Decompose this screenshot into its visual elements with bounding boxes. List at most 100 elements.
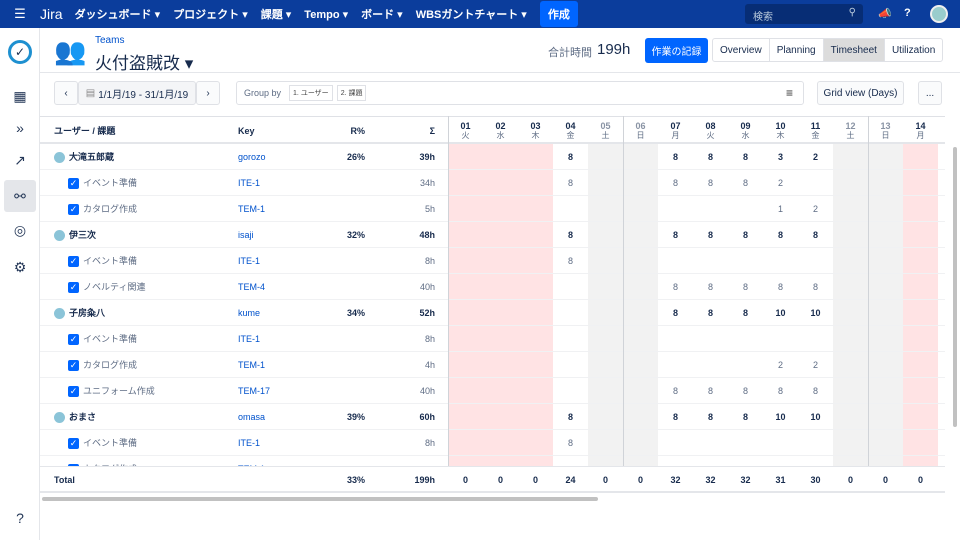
hours-cell[interactable]: [448, 144, 483, 170]
horizontal-scrollbar[interactable]: [42, 497, 598, 501]
next-period-button[interactable]: ›: [196, 81, 220, 105]
hours-cell[interactable]: 10: [798, 300, 833, 326]
hours-cell[interactable]: [798, 326, 833, 352]
col-sum[interactable]: Σ: [380, 117, 435, 145]
row-key-link[interactable]: kume: [238, 300, 318, 326]
hours-cell[interactable]: [728, 352, 763, 378]
nav-issues[interactable]: 課題 ▾: [261, 6, 292, 22]
hours-cell[interactable]: [868, 326, 903, 352]
hours-cell[interactable]: 8: [658, 378, 693, 404]
hours-cell[interactable]: 8: [553, 404, 588, 430]
hours-cell[interactable]: [763, 248, 798, 274]
hours-cell[interactable]: [903, 430, 938, 456]
row-key-link[interactable]: ITE-1: [238, 170, 318, 196]
day-header[interactable]: 08 火: [693, 117, 728, 145]
row-key-link[interactable]: TEM-1: [238, 352, 318, 378]
hours-cell[interactable]: [553, 352, 588, 378]
hours-cell[interactable]: [868, 274, 903, 300]
hours-cell[interactable]: [483, 300, 518, 326]
create-button[interactable]: 作成: [539, 1, 578, 27]
calendar-icon[interactable]: ▦: [8, 84, 32, 108]
hours-cell[interactable]: 8: [693, 378, 728, 404]
more-button[interactable]: ...: [918, 81, 942, 105]
hours-cell[interactable]: [658, 196, 693, 222]
day-header[interactable]: 04 金: [553, 117, 588, 145]
hours-cell[interactable]: 8: [728, 300, 763, 326]
hours-cell[interactable]: [448, 170, 483, 196]
day-header[interactable]: 03 木: [518, 117, 553, 145]
hours-cell[interactable]: [553, 326, 588, 352]
hours-cell[interactable]: 8: [658, 222, 693, 248]
hours-cell[interactable]: 8: [553, 430, 588, 456]
hours-cell[interactable]: 8: [658, 144, 693, 170]
hours-cell[interactable]: [588, 196, 623, 222]
user-row[interactable]: 子房粂八 kume 34% 52h 8 8 8 10 10: [40, 300, 945, 326]
hours-cell[interactable]: [833, 222, 868, 248]
hours-cell[interactable]: [448, 222, 483, 248]
hours-cell[interactable]: 10: [763, 404, 798, 430]
hours-cell[interactable]: [833, 274, 868, 300]
nav-boards[interactable]: ボード ▾: [361, 6, 403, 22]
hours-cell[interactable]: [448, 274, 483, 300]
hours-cell[interactable]: [798, 248, 833, 274]
hours-cell[interactable]: 8: [693, 170, 728, 196]
hours-cell[interactable]: [518, 404, 553, 430]
hours-cell[interactable]: [483, 404, 518, 430]
day-header[interactable]: 11 金: [798, 117, 833, 145]
hours-cell[interactable]: [553, 274, 588, 300]
col-key[interactable]: Key: [238, 117, 298, 145]
hours-cell[interactable]: [903, 222, 938, 248]
vertical-scrollbar[interactable]: [953, 147, 957, 427]
hours-cell[interactable]: [833, 404, 868, 430]
hours-cell[interactable]: [693, 196, 728, 222]
row-key-link[interactable]: gorozo: [238, 144, 318, 170]
hours-cell[interactable]: [868, 222, 903, 248]
hours-cell[interactable]: [728, 326, 763, 352]
hours-cell[interactable]: [518, 196, 553, 222]
hours-cell[interactable]: [798, 430, 833, 456]
tab-utilization[interactable]: Utilization: [885, 39, 942, 61]
hours-cell[interactable]: [763, 326, 798, 352]
hours-cell[interactable]: [833, 430, 868, 456]
hours-cell[interactable]: 8: [553, 248, 588, 274]
hours-cell[interactable]: 8: [763, 378, 798, 404]
settings-icon[interactable]: ⚙: [8, 255, 32, 279]
hours-cell[interactable]: [868, 378, 903, 404]
grid-view-button[interactable]: Grid view (Days): [817, 81, 904, 105]
hours-cell[interactable]: [903, 196, 938, 222]
hours-cell[interactable]: [868, 170, 903, 196]
hours-cell[interactable]: [448, 196, 483, 222]
hours-cell[interactable]: [623, 274, 658, 300]
hours-cell[interactable]: [588, 378, 623, 404]
hours-cell[interactable]: [903, 170, 938, 196]
hours-cell[interactable]: 8: [763, 222, 798, 248]
row-key-link[interactable]: ITE-1: [238, 430, 318, 456]
hours-cell[interactable]: [518, 352, 553, 378]
hours-cell[interactable]: [903, 404, 938, 430]
col-user[interactable]: ユーザー / 課題: [54, 117, 204, 145]
hours-cell[interactable]: [588, 144, 623, 170]
hours-cell[interactable]: [833, 144, 868, 170]
hours-cell[interactable]: [483, 248, 518, 274]
row-key-link[interactable]: ITE-1: [238, 326, 318, 352]
hours-cell[interactable]: [833, 196, 868, 222]
hours-cell[interactable]: 8: [728, 378, 763, 404]
hours-cell[interactable]: [868, 144, 903, 170]
hours-cell[interactable]: 8: [693, 300, 728, 326]
hours-cell[interactable]: [833, 352, 868, 378]
hours-cell[interactable]: [903, 326, 938, 352]
hours-cell[interactable]: [483, 352, 518, 378]
hours-cell[interactable]: [728, 196, 763, 222]
issue-row[interactable]: ✓ イベント準備 ITE-1 8h 8: [40, 248, 945, 274]
hours-cell[interactable]: [833, 248, 868, 274]
hours-cell[interactable]: [833, 300, 868, 326]
group-by-bar[interactable]: Group by 1. ユーザー 2. 課題 ≡: [236, 81, 804, 105]
hours-cell[interactable]: 8: [693, 144, 728, 170]
group-chip-user[interactable]: 1. ユーザー: [289, 85, 333, 101]
row-key-link[interactable]: isaji: [238, 222, 318, 248]
log-work-button[interactable]: 作業の記録: [645, 38, 708, 63]
day-header[interactable]: 01 火: [448, 117, 483, 145]
hours-cell[interactable]: [833, 326, 868, 352]
hours-cell[interactable]: [623, 430, 658, 456]
hours-cell[interactable]: [623, 170, 658, 196]
